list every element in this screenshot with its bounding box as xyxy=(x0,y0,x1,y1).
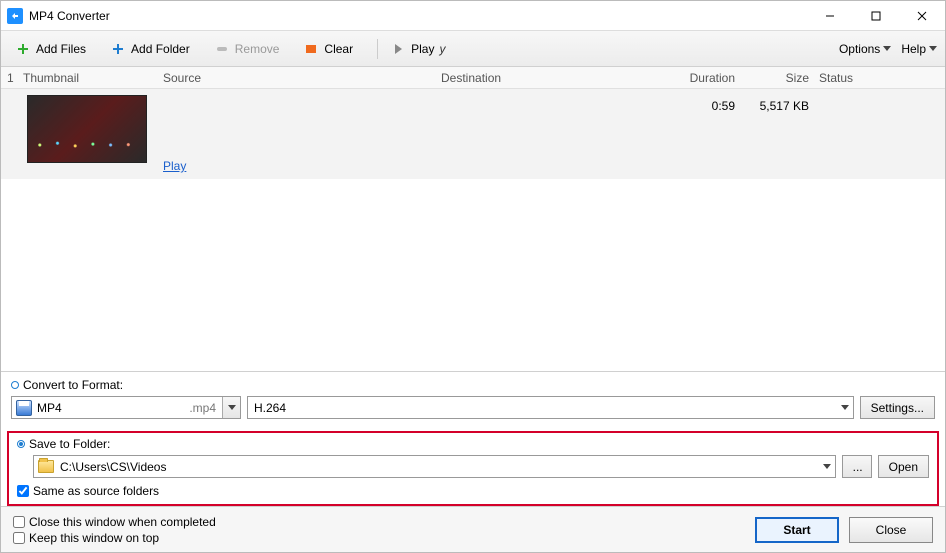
plus-folder-icon xyxy=(110,41,126,57)
play-icon xyxy=(390,41,406,57)
plus-icon xyxy=(15,41,31,57)
add-folder-button[interactable]: Add Folder xyxy=(104,38,196,60)
options-label: Options xyxy=(839,42,880,56)
format-value: MP4 xyxy=(37,401,62,415)
codec-select[interactable]: H.264 xyxy=(247,396,854,419)
folder-icon xyxy=(38,460,54,473)
disk-icon xyxy=(16,400,32,416)
col-status[interactable]: Status xyxy=(809,71,939,85)
close-window-button[interactable] xyxy=(899,1,945,31)
close-when-done-input[interactable] xyxy=(13,516,25,528)
list-item[interactable]: Play 0:59 5,517 KB xyxy=(1,89,945,179)
same-as-source-checkbox[interactable]: Same as source folders xyxy=(17,484,929,498)
format-ext: .mp4 xyxy=(189,401,216,415)
chevron-down-icon xyxy=(841,405,849,410)
close-when-done-label: Close this window when completed xyxy=(29,515,216,529)
col-size[interactable]: Size xyxy=(735,71,809,85)
file-list: Play 0:59 5,517 KB xyxy=(1,89,945,371)
close-when-done-checkbox[interactable]: Close this window when completed xyxy=(13,515,216,529)
clear-label: Clear xyxy=(324,42,353,56)
browse-button[interactable]: ... xyxy=(842,455,872,478)
save-path-value: C:\Users\CS\Videos xyxy=(60,460,166,474)
thumbnail-image xyxy=(27,95,147,163)
keep-on-top-label: Keep this window on top xyxy=(29,531,159,545)
chevron-down-icon xyxy=(929,46,937,51)
size-value: 5,517 KB xyxy=(735,95,809,113)
format-dropdown-button[interactable] xyxy=(222,397,240,418)
open-folder-button[interactable]: Open xyxy=(878,455,929,478)
bullet-icon xyxy=(11,381,19,389)
chevron-down-icon xyxy=(823,464,831,469)
toolbar: Add Files Add Folder Remove Clear Play y… xyxy=(1,31,945,67)
play-suffix: y xyxy=(439,42,445,56)
close-button[interactable]: Close xyxy=(849,517,933,543)
options-menu[interactable]: Options xyxy=(839,42,891,56)
remove-label: Remove xyxy=(235,42,280,56)
col-destination[interactable]: Destination xyxy=(441,71,671,85)
minimize-button[interactable] xyxy=(807,1,853,31)
minus-icon xyxy=(214,41,230,57)
remove-button[interactable]: Remove xyxy=(208,38,286,60)
codec-value: H.264 xyxy=(254,401,286,415)
clear-button[interactable]: Clear xyxy=(297,38,359,60)
keep-on-top-input[interactable] xyxy=(13,532,25,544)
add-folder-label: Add Folder xyxy=(131,42,190,56)
maximize-button[interactable] xyxy=(853,1,899,31)
duration-value: 0:59 xyxy=(671,95,735,113)
play-label: Play xyxy=(411,42,434,56)
col-thumbnail[interactable]: Thumbnail xyxy=(23,71,163,85)
save-label: Save to Folder: xyxy=(29,437,110,451)
col-source[interactable]: Source xyxy=(163,71,441,85)
window-title: MP4 Converter xyxy=(29,9,807,23)
same-as-source-input[interactable] xyxy=(17,485,29,497)
help-menu[interactable]: Help xyxy=(901,42,937,56)
col-index[interactable]: 1 xyxy=(7,71,23,85)
convert-panel: Convert to Format: MP4 .mp4 H.264 Settin… xyxy=(1,371,945,427)
save-path-input[interactable]: C:\Users\CS\Videos xyxy=(33,455,836,478)
app-icon xyxy=(7,8,23,24)
play-link[interactable]: Play xyxy=(163,159,186,173)
convert-label: Convert to Format: xyxy=(23,378,123,392)
save-folder-panel: Save to Folder: C:\Users\CS\Videos ... O… xyxy=(7,431,939,506)
titlebar: MP4 Converter xyxy=(1,1,945,31)
clear-icon xyxy=(303,41,319,57)
settings-button[interactable]: Settings... xyxy=(860,396,935,419)
chevron-down-icon xyxy=(883,46,891,51)
toolbar-separator xyxy=(377,39,378,59)
add-files-label: Add Files xyxy=(36,42,86,56)
format-select[interactable]: MP4 .mp4 xyxy=(11,396,241,419)
help-label: Help xyxy=(901,42,926,56)
col-duration[interactable]: Duration xyxy=(671,71,735,85)
chevron-down-icon xyxy=(228,405,236,410)
bullet-icon xyxy=(17,440,25,448)
same-as-source-label: Same as source folders xyxy=(33,484,159,498)
start-button[interactable]: Start xyxy=(755,517,839,543)
list-header: 1 Thumbnail Source Destination Duration … xyxy=(1,67,945,89)
add-files-button[interactable]: Add Files xyxy=(9,38,92,60)
keep-on-top-checkbox[interactable]: Keep this window on top xyxy=(13,531,216,545)
play-button[interactable]: Play y xyxy=(384,38,451,60)
footer: Close this window when completed Keep th… xyxy=(1,506,945,552)
